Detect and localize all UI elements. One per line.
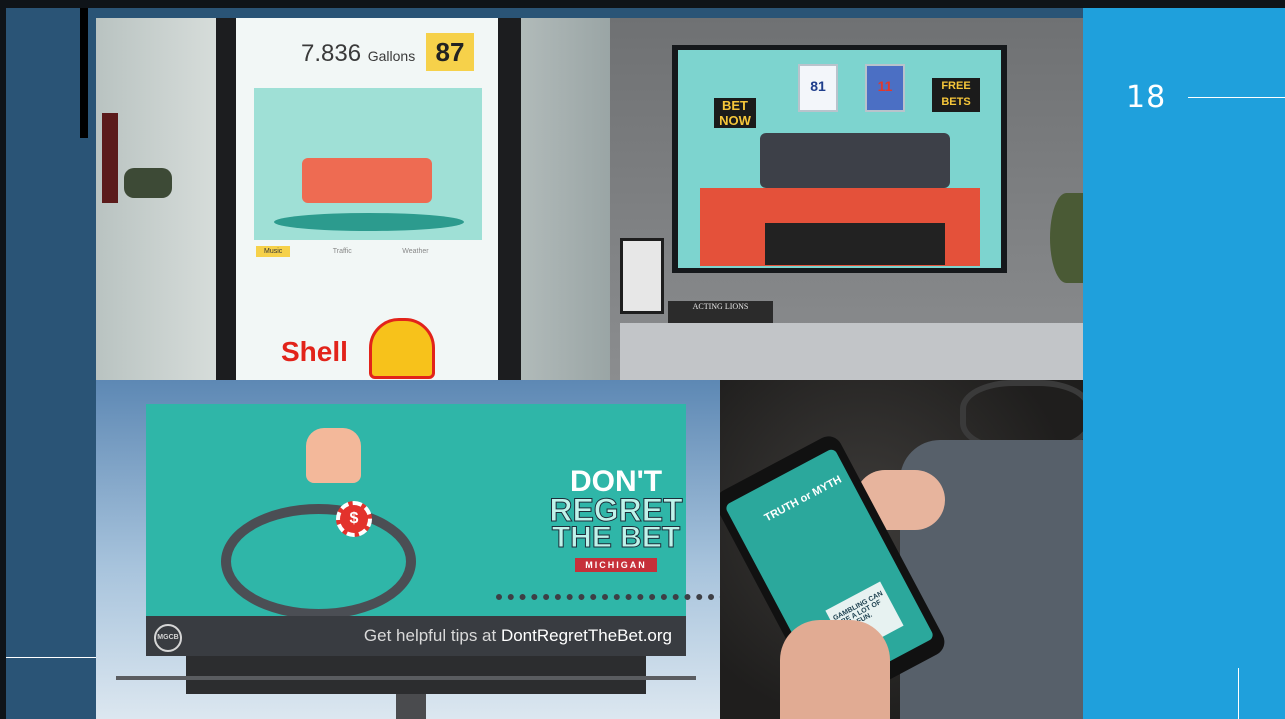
shell-logo-icon [369, 318, 435, 379]
slide-number-line [1188, 97, 1285, 98]
bet-now-sign: BET NOW [714, 98, 756, 128]
shell-brand-text: Shell [281, 336, 348, 367]
billboard-ad-photo: $ DON'T REGRET THE BET MICHIGAN MGCB Get… [96, 380, 720, 719]
divider-line-left [6, 657, 96, 658]
free-bets-sign: FREE BETS [932, 78, 980, 112]
picture-frame [620, 238, 664, 314]
sofa-shape [302, 158, 432, 203]
accent-bar [80, 8, 88, 138]
phone-ad-photo: TRUTH or MYTH GAMBLING CAN BE A LOT OF F… [720, 380, 1083, 719]
plant [1050, 193, 1083, 283]
pump-tab-weather: Weather [402, 248, 429, 255]
tv-ad-photo: 81 11 BET NOW FREE BETS ACTING LIONS [610, 18, 1083, 380]
fuel-grade-badge: 87 [426, 33, 474, 71]
billboard-pole [396, 694, 426, 719]
jersey-right: 11 [865, 64, 905, 112]
slide-number: 18 [1126, 80, 1167, 115]
rug-shape [274, 213, 464, 231]
hand-lower [780, 620, 890, 719]
billboard-footer: MGCB Get helpful tips at DontRegretTheBe… [146, 616, 686, 656]
hand-icon [306, 428, 361, 483]
billboard-catwalk [116, 676, 696, 680]
pump-tab-traffic: Traffic [332, 248, 352, 255]
soundbar [765, 223, 945, 265]
campaign-title: DON'T REGRET THE BET MICHIGAN [549, 465, 683, 572]
pump-menu-tabs: Music Traffic Weather [256, 240, 476, 258]
gas-pump-ad-photo: 7.836 Gallons 87 Music Traffic Weather S… [96, 18, 610, 380]
accent-panel [1083, 8, 1285, 719]
gallons-readout: 7.836 Gallons [301, 40, 416, 67]
jersey-left: 81 [798, 64, 838, 112]
truth-or-myth-headline: TRUTH or MYTH [762, 473, 844, 525]
presentation-slide: 7.836 Gallons 87 Music Traffic Weather S… [6, 8, 1285, 719]
book-stack: ACTING LIONS [668, 301, 773, 325]
divider-line-right [1238, 668, 1239, 719]
bear-trap-icon [221, 504, 416, 619]
tv-cabinet [620, 323, 1083, 380]
pump-tab-music: Music [256, 246, 291, 257]
billboard-url-text: Get helpful tips at DontRegretTheBet.org [363, 626, 672, 645]
gas-price-sign [102, 113, 118, 203]
mgcb-logo: MGCB [154, 624, 182, 652]
billboard-face: $ DON'T REGRET THE BET MICHIGAN [146, 404, 720, 619]
couch-illustration [254, 88, 482, 240]
bush [124, 168, 172, 198]
chain-icon [496, 594, 720, 610]
state-label: MICHIGAN [575, 558, 657, 572]
tv-couch-shape [760, 133, 950, 188]
billboard-structure [186, 656, 646, 694]
casino-chip-icon: $ [336, 501, 372, 537]
